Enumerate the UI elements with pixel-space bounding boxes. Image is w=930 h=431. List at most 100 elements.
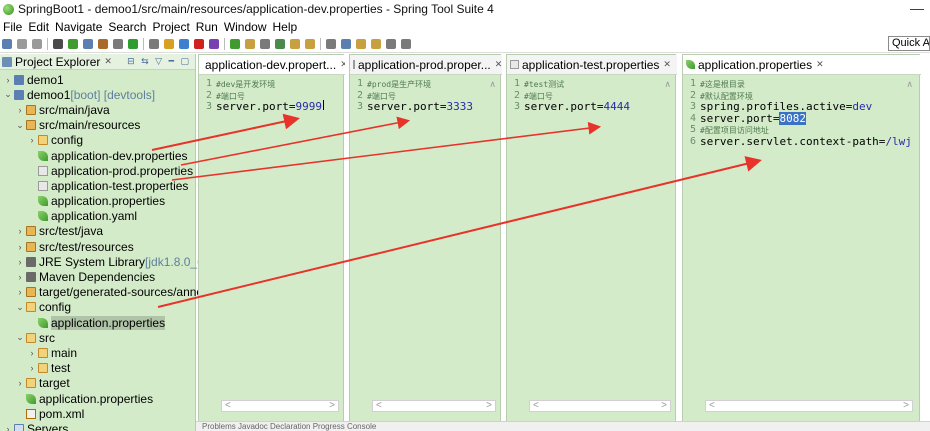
menu-navigate[interactable]: Navigate bbox=[55, 20, 102, 34]
toolbar-button-icon[interactable] bbox=[305, 38, 315, 49]
quick-access-input[interactable]: Quick Access bbox=[888, 36, 930, 51]
expanded-chevron-icon[interactable]: ⌄ bbox=[16, 120, 24, 131]
tree-item[interactable]: application.properties bbox=[0, 315, 216, 330]
collapsed-chevron-icon[interactable]: › bbox=[16, 287, 24, 297]
menu-search[interactable]: Search bbox=[108, 20, 146, 34]
tree-item[interactable]: › JRE System Library [jdk1.8.0_65] bbox=[0, 254, 216, 269]
tree-item[interactable]: application.properties bbox=[0, 391, 216, 406]
toolbar-button-icon[interactable] bbox=[68, 38, 78, 49]
toolbar-button-icon[interactable] bbox=[149, 38, 159, 49]
toolbar-button-icon[interactable] bbox=[113, 38, 123, 49]
toolbar-button-icon[interactable] bbox=[290, 38, 300, 49]
code-area[interactable]: 1 #test测试 2 #端口号 3 server.port=4444 bbox=[507, 78, 630, 113]
horizontal-scrollbar[interactable]: < > bbox=[372, 400, 496, 412]
editor-application-dev[interactable]: application-dev.propert... ✕ 1#dev是开发环境2… bbox=[198, 54, 345, 431]
menu-file[interactable]: File bbox=[3, 20, 22, 34]
menu-edit[interactable]: Edit bbox=[28, 20, 49, 34]
toolbar-button-icon[interactable] bbox=[245, 38, 255, 49]
collapsed-chevron-icon[interactable]: › bbox=[16, 226, 24, 236]
editor-application-test[interactable]: application-test.properties ✕ 1 #test测试 2 #… bbox=[506, 54, 677, 431]
toolbar-button-icon[interactable] bbox=[341, 38, 351, 49]
tree-item[interactable]: ⌄ config bbox=[0, 300, 216, 315]
close-icon[interactable]: ✕ bbox=[663, 59, 671, 70]
scroll-up-icon[interactable]: ∧ bbox=[489, 79, 496, 90]
toolbar-button-icon[interactable] bbox=[326, 38, 336, 49]
tab-application-test[interactable]: application-test.properties ✕ bbox=[507, 55, 677, 75]
collapsed-chevron-icon[interactable]: › bbox=[28, 135, 36, 145]
code-line[interactable]: 3 server.port=3333 bbox=[350, 100, 473, 113]
code-area[interactable]: 1 #prod是生产环境 2 #端口号 3 server.port=3333 bbox=[350, 78, 473, 113]
toolbar-button-icon[interactable] bbox=[98, 38, 108, 49]
tree-item[interactable]: application.properties bbox=[0, 194, 216, 209]
collapsed-chevron-icon[interactable]: › bbox=[16, 105, 24, 115]
tree-item[interactable]: › Servers bbox=[0, 421, 216, 431]
tree-item[interactable]: › src/test/resources bbox=[0, 239, 216, 254]
collapsed-chevron-icon[interactable]: › bbox=[4, 424, 12, 431]
toolbar-button-icon[interactable] bbox=[386, 38, 396, 49]
menu-run[interactable]: Run bbox=[196, 20, 218, 34]
code-line[interactable]: 3 server.port=4444 bbox=[507, 100, 630, 113]
tree-item[interactable]: ⌄ src/main/resources bbox=[0, 118, 216, 133]
tree-item[interactable]: › src/main/java bbox=[0, 102, 216, 117]
code-area[interactable]: 1 #这是根目录 2 #默认配置环境 3 spring.profiles.active=d… bbox=[683, 78, 912, 148]
tree-item[interactable]: application-test.properties bbox=[0, 178, 216, 193]
code-area[interactable]: 1 #dev是开发环境 2 #端口号 3 server.port=9999 bbox=[199, 78, 324, 113]
toolbar-button-icon[interactable] bbox=[53, 38, 63, 49]
tree-item[interactable]: › target bbox=[0, 376, 216, 391]
horizontal-scrollbar[interactable]: < > bbox=[705, 400, 913, 412]
editor-application-main[interactable]: application.properties ✕ 1 #这是根目录 2 #默认配置环境… bbox=[682, 54, 921, 431]
expanded-chevron-icon[interactable]: ⌄ bbox=[4, 89, 12, 100]
tree-item[interactable]: application-prod.properties bbox=[0, 163, 216, 178]
tree-item[interactable]: application-dev.properties bbox=[0, 148, 216, 163]
tree-item[interactable]: ⌄ demoo1 [boot] [devtools] bbox=[0, 87, 216, 102]
minimize-button[interactable]: — bbox=[910, 0, 924, 16]
toolbar-button-icon[interactable] bbox=[371, 38, 381, 49]
horizontal-scrollbar[interactable]: < > bbox=[529, 400, 671, 412]
collapsed-chevron-icon[interactable]: › bbox=[16, 272, 24, 282]
scroll-up-icon[interactable]: ∧ bbox=[906, 79, 913, 90]
toolbar-button-icon[interactable] bbox=[2, 38, 12, 49]
toolbar-button-icon[interactable] bbox=[275, 38, 285, 49]
bottom-views-bar[interactable]: Problems Javadoc Declaration Progress Co… bbox=[196, 421, 930, 431]
collapsed-chevron-icon[interactable]: › bbox=[16, 257, 24, 267]
tree-item[interactable]: › target/generated-sources/annotat bbox=[0, 285, 217, 300]
menu-project[interactable]: Project bbox=[152, 20, 189, 34]
menu-help[interactable]: Help bbox=[273, 20, 298, 34]
close-icon[interactable]: ✕ bbox=[340, 59, 345, 70]
tree-item[interactable]: › test bbox=[0, 361, 216, 376]
code-line[interactable]: 6 server.servlet.context-path=/lwj bbox=[683, 135, 912, 148]
close-icon[interactable]: ✕ bbox=[816, 59, 824, 70]
toolbar-button-icon[interactable] bbox=[356, 38, 366, 49]
horizontal-scrollbar[interactable]: < > bbox=[221, 400, 339, 412]
toolbar-button-icon[interactable] bbox=[260, 38, 270, 49]
toolbar-button-icon[interactable] bbox=[230, 38, 240, 49]
tab-application-prod[interactable]: application-prod.proper... ✕ bbox=[350, 55, 502, 75]
menu-window[interactable]: Window bbox=[224, 20, 267, 34]
collapsed-chevron-icon[interactable]: › bbox=[4, 75, 12, 85]
toolbar-button-icon[interactable] bbox=[17, 38, 27, 49]
tab-application-dev[interactable]: application-dev.propert... ✕ bbox=[199, 55, 345, 75]
view-menu-icons[interactable]: ⊟ ⇆ ▽ ━ ▢ bbox=[127, 56, 191, 67]
toolbar-button-icon[interactable] bbox=[32, 38, 42, 49]
toolbar-button-icon[interactable] bbox=[128, 38, 138, 49]
editor-application-prod[interactable]: application-prod.proper... ✕ 1 #prod是生产环境… bbox=[349, 54, 502, 431]
collapsed-chevron-icon[interactable]: › bbox=[16, 242, 24, 252]
toolbar-button-icon[interactable] bbox=[164, 38, 174, 49]
expanded-chevron-icon[interactable]: ⌄ bbox=[16, 302, 24, 313]
tab-application-properties[interactable]: application.properties ✕ bbox=[683, 55, 921, 75]
tree-item[interactable]: › demo1 bbox=[0, 72, 216, 87]
toolbar-button-icon[interactable] bbox=[209, 38, 219, 49]
close-icon[interactable]: ✕ bbox=[495, 59, 502, 70]
tree-item[interactable]: › src/test/java bbox=[0, 224, 216, 239]
tree-item[interactable]: › main bbox=[0, 345, 216, 360]
collapsed-chevron-icon[interactable]: › bbox=[28, 363, 36, 373]
close-icon[interactable]: ✕ bbox=[104, 56, 112, 67]
tree-item[interactable]: ⌄ src bbox=[0, 330, 216, 345]
scroll-up-icon[interactable]: ∧ bbox=[664, 79, 671, 90]
toolbar-button-icon[interactable] bbox=[179, 38, 189, 49]
toolbar-button-icon[interactable] bbox=[83, 38, 93, 49]
expanded-chevron-icon[interactable]: ⌄ bbox=[16, 332, 24, 343]
tree-item[interactable]: › config bbox=[0, 133, 216, 148]
collapsed-chevron-icon[interactable]: › bbox=[28, 348, 36, 358]
tree-item[interactable]: pom.xml bbox=[0, 406, 216, 421]
